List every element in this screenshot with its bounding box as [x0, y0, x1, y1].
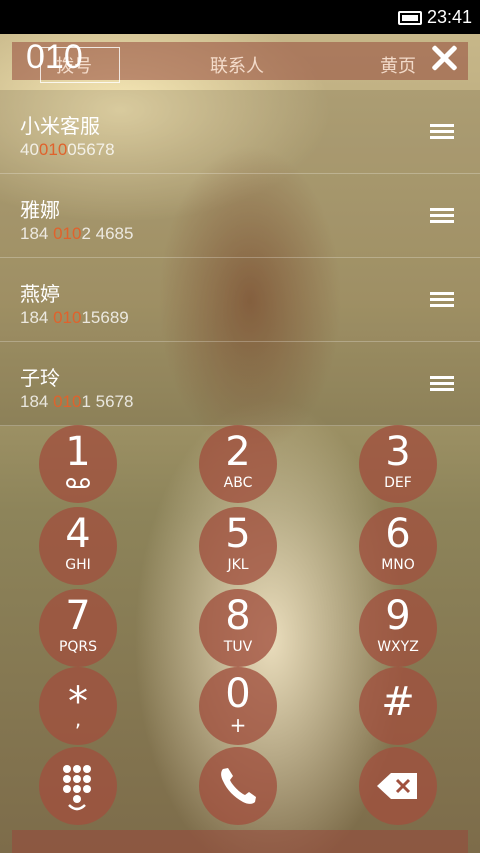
key-2[interactable]: 2 ABC — [199, 425, 277, 503]
dialpad-toggle-button[interactable] — [39, 747, 117, 825]
bottom-bar — [12, 830, 468, 853]
key-9[interactable]: 9 WXYZ — [359, 589, 437, 667]
list-item[interactable]: 燕婷 184 01015689 — [0, 258, 480, 342]
contact-name: 雅娜 — [20, 198, 60, 222]
close-icon[interactable] — [428, 42, 460, 74]
backspace-icon — [377, 773, 417, 799]
contact-name: 燕婷 — [20, 282, 60, 306]
key-star[interactable]: *, — [39, 667, 117, 745]
key-8[interactable]: 8 TUV — [199, 589, 277, 667]
status-time: 23:41 — [426, 7, 472, 27]
dialpad-toggle-icon — [63, 765, 91, 811]
tab-contacts[interactable]: 联系人 — [210, 52, 264, 78]
contact-list: 小米客服 4001005678 雅娜 184 0102 4685 燕婷 184 … — [0, 90, 480, 426]
contact-number: 184 0102 4685 — [20, 224, 134, 243]
menu-icon[interactable] — [430, 376, 454, 392]
key-3[interactable]: 3 DEF — [359, 425, 437, 503]
menu-icon[interactable] — [430, 124, 454, 140]
key-0[interactable]: 0 + — [199, 667, 277, 745]
key-4[interactable]: 4 GHI — [39, 507, 117, 585]
list-item[interactable]: 子玲 184 0101 5678 — [0, 342, 480, 426]
voicemail-icon — [66, 478, 90, 488]
backspace-button[interactable] — [359, 747, 437, 825]
key-5[interactable]: 5 JKL — [199, 507, 277, 585]
list-item[interactable]: 雅娜 184 0102 4685 — [0, 174, 480, 258]
status-bar: 23:41 — [0, 0, 480, 34]
key-6[interactable]: 6 MNO — [359, 507, 437, 585]
contact-number: 184 0101 5678 — [20, 392, 134, 411]
menu-icon[interactable] — [430, 292, 454, 308]
key-7[interactable]: 7 PQRS — [39, 589, 117, 667]
battery-icon — [398, 11, 422, 25]
phone-icon — [221, 768, 256, 804]
key-1[interactable]: 1 — [39, 425, 117, 503]
key-hash[interactable]: # — [359, 667, 437, 745]
list-item[interactable]: 小米客服 4001005678 — [0, 90, 480, 174]
contact-number: 184 01015689 — [20, 308, 129, 327]
call-button[interactable] — [199, 747, 277, 825]
dialed-number[interactable]: 010 — [26, 38, 83, 77]
tab-yellow-pages[interactable]: 黄页 — [380, 52, 416, 78]
contact-number: 4001005678 — [20, 140, 115, 159]
contact-name: 子玲 — [20, 366, 60, 390]
menu-icon[interactable] — [430, 208, 454, 224]
contact-name: 小米客服 — [20, 114, 100, 138]
